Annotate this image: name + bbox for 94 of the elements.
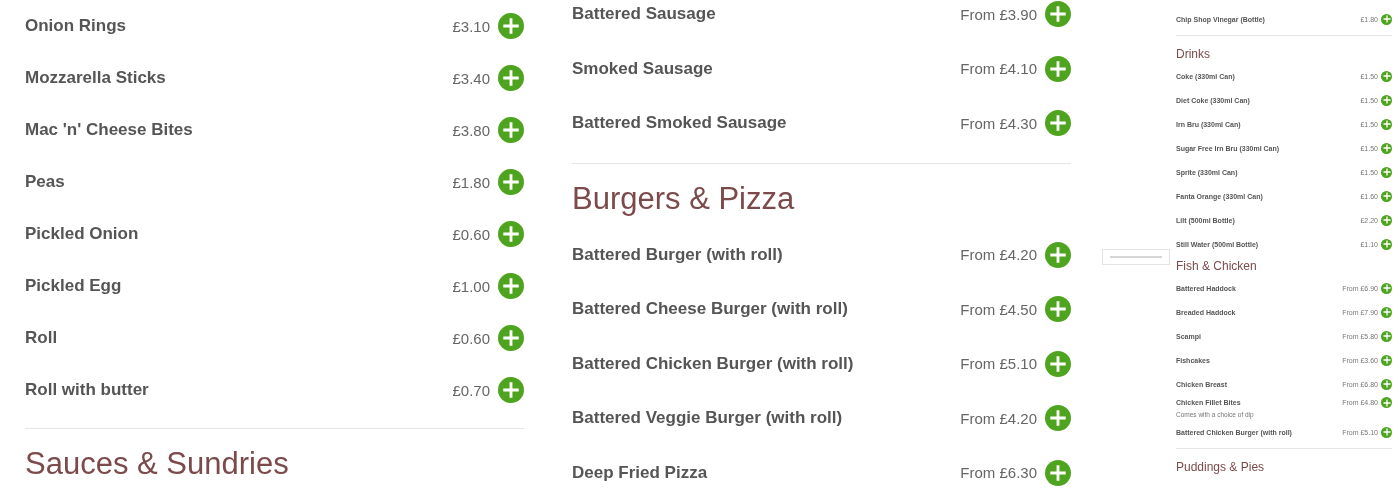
plus-icon (500, 119, 522, 141)
plus-icon (1381, 143, 1392, 153)
plus-icon (1381, 397, 1392, 408)
section-heading: Fish & Chicken (1176, 258, 1258, 275)
add-button[interactable] (1045, 459, 1071, 486)
add-button[interactable] (498, 65, 524, 91)
add-button[interactable] (1381, 13, 1392, 25)
add-button[interactable] (498, 377, 524, 403)
item-name: Battered Veggie Burger (with roll) (572, 408, 844, 429)
item-name: Peas (25, 172, 66, 192)
item-name: Battered Smoked Sausage (572, 113, 788, 134)
plus-icon (1381, 95, 1392, 105)
item-name: Battered Cheese Burger (with roll) (572, 299, 849, 320)
add-button[interactable] (1381, 214, 1392, 226)
section-heading: Sauces & Sundries (25, 445, 290, 483)
item-price: £3.10 (452, 17, 490, 35)
plus-icon (1381, 355, 1392, 365)
add-button[interactable] (1045, 1, 1071, 28)
item-price: From £4.20 (960, 409, 1037, 427)
add-button[interactable] (1381, 426, 1392, 438)
item-price: From £6.30 (960, 464, 1037, 482)
plus-icon (1381, 71, 1392, 81)
item-name: Battered Sausage (572, 4, 717, 25)
plus-icon (1381, 307, 1392, 317)
add-button[interactable] (498, 117, 524, 143)
add-button[interactable] (1381, 378, 1392, 390)
plus-icon (1381, 191, 1392, 201)
item-name: Pickled Onion (25, 224, 140, 244)
plus-icon (500, 223, 522, 245)
item-name: Mac 'n' Cheese Bites (25, 120, 194, 140)
add-button[interactable] (1381, 190, 1392, 202)
item-price: From £4.30 (960, 114, 1037, 132)
plus-icon (1381, 379, 1392, 389)
add-button[interactable] (1045, 296, 1071, 323)
add-button[interactable] (1381, 330, 1392, 342)
item-price: From £3.90 (960, 5, 1037, 23)
add-button[interactable] (1045, 350, 1071, 377)
add-button[interactable] (498, 273, 524, 299)
plus-icon (1381, 119, 1392, 129)
plus-icon (500, 67, 522, 89)
add-button[interactable] (498, 325, 524, 351)
add-button[interactable] (1381, 306, 1392, 318)
add-button[interactable] (1045, 241, 1071, 268)
add-button[interactable] (498, 169, 524, 195)
blurred-line-icon (1110, 255, 1162, 259)
item-name: Mozzarella Sticks (25, 68, 167, 88)
item-price: From £4.50 (960, 300, 1037, 318)
add-button[interactable] (1381, 397, 1392, 408)
add-button[interactable] (1045, 55, 1071, 82)
item-price: £0.60 (452, 225, 490, 243)
item-name: Pickled Egg (25, 276, 123, 296)
item-price: £3.80 (452, 121, 490, 139)
item-price: £3.40 (452, 69, 490, 87)
section-heading: Drinks (1176, 46, 1211, 63)
add-button[interactable] (1045, 110, 1071, 137)
item-price: £0.60 (452, 329, 490, 347)
plus-icon (500, 327, 522, 349)
plus-icon (1381, 215, 1392, 225)
add-button[interactable] (1045, 405, 1071, 432)
add-button[interactable] (1381, 238, 1392, 250)
add-button[interactable] (1381, 282, 1392, 294)
item-price: From £4.10 (960, 60, 1037, 78)
section-heading: Burgers & Pizza (572, 179, 796, 218)
plus-icon (1381, 331, 1392, 341)
plus-icon (1381, 167, 1392, 177)
section-heading: Puddings & Pies (1176, 459, 1266, 476)
add-button[interactable] (1381, 354, 1392, 366)
plus-icon (500, 15, 522, 37)
item-price: £0.70 (452, 381, 490, 399)
add-button[interactable] (498, 13, 524, 39)
item-name: Smoked Sausage (572, 58, 714, 79)
add-button[interactable] (1381, 118, 1392, 130)
plus-icon (500, 379, 522, 401)
add-button[interactable] (1381, 70, 1392, 82)
item-name: Battered Burger (with roll) (572, 244, 784, 265)
item-name: Battered Chicken Burger (with roll) (572, 353, 855, 374)
plus-icon (1381, 283, 1392, 293)
add-button[interactable] (1381, 166, 1392, 178)
item-name: Onion Rings (25, 16, 128, 36)
add-button[interactable] (498, 221, 524, 247)
item-price: From £4.20 (960, 246, 1037, 264)
plus-icon (1381, 239, 1392, 249)
plus-icon (1381, 14, 1392, 24)
item-price: £1.80 (452, 173, 490, 191)
item-price: From £5.10 (960, 355, 1037, 373)
add-button[interactable] (1381, 142, 1392, 154)
plus-icon (500, 171, 522, 193)
item-name: Roll with butter (25, 380, 150, 400)
plus-icon (500, 275, 522, 297)
item-name: Deep Fried Pizza (572, 462, 709, 483)
item-name: Roll (25, 328, 59, 348)
plus-icon (1381, 427, 1392, 437)
item-price: £1.00 (452, 277, 490, 295)
add-button[interactable] (1381, 94, 1392, 106)
